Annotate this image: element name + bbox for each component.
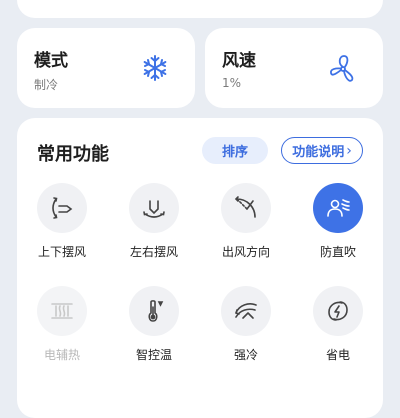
air-direction-icon (221, 183, 271, 233)
mode-title: 模式 (34, 51, 68, 71)
sort-button[interactable]: 排序 (202, 137, 268, 164)
function-label: 省电 (325, 348, 350, 362)
common-functions-title: 常用功能 (37, 144, 109, 165)
wind-speed-title: 风速 (222, 51, 256, 71)
function-item-electric-heating[interactable]: 电辅热 (22, 286, 102, 363)
anti-direct-blow-icon (313, 183, 363, 233)
function-item-power-saving[interactable]: 省电 (298, 286, 378, 363)
function-help-label: 功能说明 (292, 145, 345, 160)
function-label: 智控温 (135, 348, 172, 362)
function-item-anti-direct-blow[interactable]: 防直吹 (298, 183, 378, 260)
common-functions-card: 常用功能 排序 功能说明 › 上下摆风 左右摆风 出风方向 防直吹 电辅热 智控… (17, 118, 383, 418)
mode-value: 制冷 (34, 78, 59, 92)
function-item-vertical-swing[interactable]: 上下摆风 (22, 183, 102, 260)
mode-tile[interactable]: 模式 制冷 (17, 28, 195, 108)
strong-cooling-icon (221, 286, 271, 336)
horizontal-swing-icon (129, 183, 179, 233)
function-label: 出风方向 (221, 245, 270, 259)
function-label: 左右摆风 (129, 245, 178, 259)
chevron-right-icon: › (346, 142, 352, 159)
function-item-strong-cooling[interactable]: 强冷 (206, 286, 286, 363)
fan-icon (325, 50, 361, 86)
function-label: 防直吹 (319, 245, 356, 259)
top-card (17, 0, 383, 18)
snowflake-icon (137, 50, 173, 86)
wind-speed-tile[interactable]: 风速 1% (205, 28, 383, 108)
function-help-button[interactable]: 功能说明 › (281, 137, 363, 164)
function-item-horizontal-swing[interactable]: 左右摆风 (114, 183, 194, 260)
thermometer-icon (129, 286, 179, 336)
function-item-smart-temperature[interactable]: 智控温 (114, 286, 194, 363)
function-label: 强冷 (233, 348, 258, 362)
function-label: 上下摆风 (37, 245, 86, 259)
vertical-swing-icon (37, 183, 87, 233)
function-item-air-direction[interactable]: 出风方向 (206, 183, 286, 260)
wind-speed-value: 1% (222, 76, 242, 90)
power-saving-icon (313, 286, 363, 336)
function-label: 电辅热 (43, 348, 80, 362)
electric-heating-icon (37, 286, 87, 336)
